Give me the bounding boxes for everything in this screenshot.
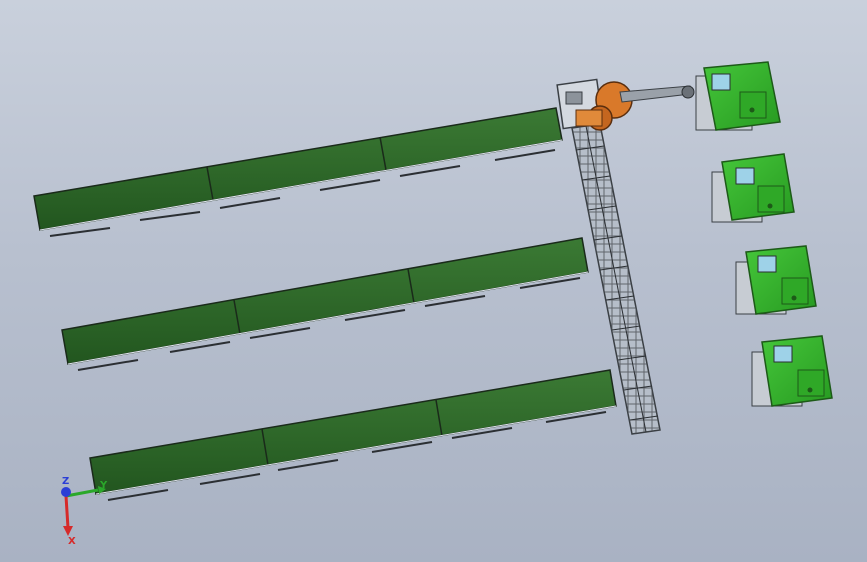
conveyor-3[interactable] [89, 369, 617, 501]
robot-arm[interactable] [556, 78, 695, 131]
machine-3[interactable] [735, 245, 817, 315]
assembly-view[interactable]: Y X Z [0, 0, 867, 562]
cad-viewport[interactable]: Y X Z [0, 0, 867, 562]
conveyor-2[interactable] [61, 237, 589, 371]
conveyor-1[interactable] [33, 107, 563, 237]
y-axis-label: Y [99, 480, 108, 491]
coordinate-triad: Y X Z [61, 476, 108, 547]
x-axis-label: X [68, 536, 76, 547]
machine-4[interactable] [751, 335, 833, 407]
x-axis-arrow [64, 495, 70, 529]
machine-2[interactable] [711, 153, 795, 223]
z-axis-marker [61, 487, 71, 497]
z-axis-label: Z [62, 476, 69, 487]
machine-1[interactable] [695, 61, 781, 131]
